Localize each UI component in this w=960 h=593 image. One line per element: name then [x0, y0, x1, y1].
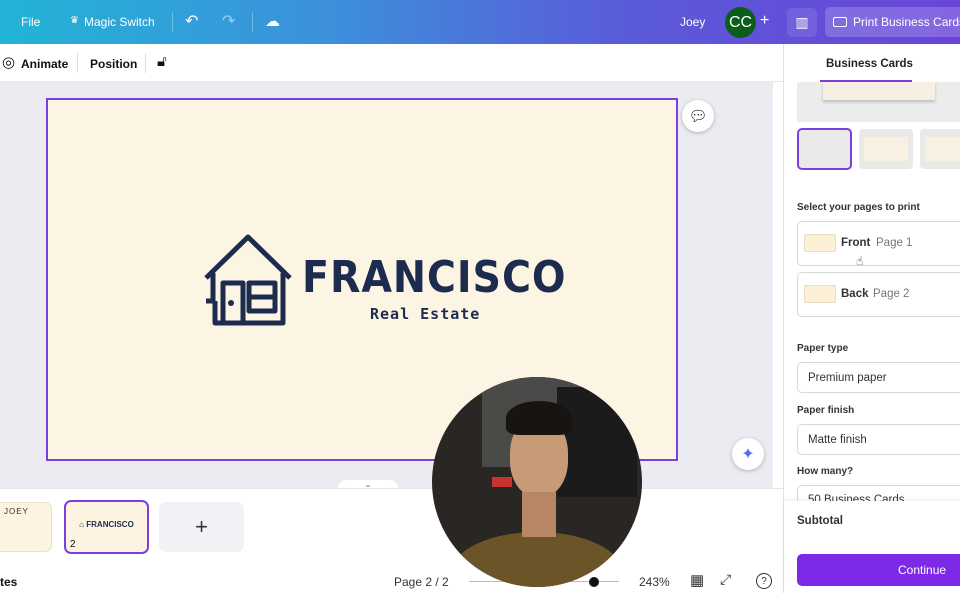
animate-button[interactable]: Animate: [21, 57, 68, 71]
top-bar: File ♛ Magic Switch ↶ ↷ ☁ Joey CC + ▥ Pr…: [0, 0, 960, 44]
house-mini-icon: ⌂: [79, 520, 85, 529]
add-comment-button[interactable]: 💬︎: [682, 100, 714, 132]
avatar[interactable]: CC: [725, 7, 756, 38]
undo-icon[interactable]: ↶: [185, 11, 198, 31]
brand-tagline[interactable]: Real Estate: [370, 305, 480, 323]
add-collaborator-icon[interactable]: +: [760, 12, 769, 30]
print-business-cards-button[interactable]: Print Business Cards: [825, 7, 960, 37]
animate-icon: ◎: [2, 54, 16, 71]
bottom-bar: tes Page 2 / 2 243% ▦ ⤢ ?: [0, 565, 783, 593]
fullscreen-icon[interactable]: ⤢: [720, 571, 731, 588]
page-thumbnail-1[interactable]: JOEY: [0, 502, 52, 552]
file-menu[interactable]: File: [21, 15, 40, 29]
sparkle-icon: ✦: [741, 446, 755, 463]
redo-icon[interactable]: ↷: [222, 11, 235, 31]
user-name: Joey: [680, 15, 706, 29]
page-option-back[interactable]: Back Page 2: [797, 272, 960, 317]
page-indicator[interactable]: Page 2 / 2: [394, 575, 449, 589]
paper-type-label: Paper type: [797, 343, 849, 354]
lock-icon[interactable]: 🔓︎: [157, 53, 167, 70]
print-panel: Business Cards Select your pages to prin…: [783, 44, 960, 593]
quantity-label: How many?: [797, 466, 854, 477]
insights-icon[interactable]: ▥: [787, 8, 817, 37]
hand-cursor-icon: ☝︎: [856, 254, 864, 268]
page-strip: JOEY ⌂ FRANCISCO 2 +: [0, 488, 783, 563]
product-preview: [797, 82, 960, 122]
front-thumbnail: [804, 234, 836, 252]
add-page-button[interactable]: +: [159, 502, 244, 552]
select-pages-label: Select your pages to print: [797, 202, 920, 213]
checkout-footer: Subtotal Continue: [784, 501, 960, 593]
brand-name[interactable]: FRANCISCO: [302, 252, 566, 303]
cloud-saved-icon[interactable]: ☁: [265, 12, 280, 30]
preview-option-2[interactable]: [859, 129, 913, 169]
position-button[interactable]: Position: [90, 57, 137, 71]
subtotal-label: Subtotal: [797, 515, 843, 527]
webcam-overlay: [432, 377, 642, 587]
paper-finish-select[interactable]: Matte finish: [797, 424, 960, 455]
tab-business-cards[interactable]: Business Cards: [826, 58, 913, 70]
paper-type-select[interactable]: Premium paper: [797, 362, 960, 393]
help-icon[interactable]: ?: [756, 573, 772, 589]
magic-switch-button[interactable]: Magic Switch: [84, 15, 155, 29]
notes-button[interactable]: tes: [0, 575, 17, 589]
page-option-front[interactable]: Front Page 1: [797, 221, 960, 266]
magic-assistant-button[interactable]: ✦: [732, 438, 764, 470]
grid-view-icon[interactable]: ▦: [690, 571, 704, 589]
zoom-level[interactable]: 243%: [639, 575, 670, 589]
crown-icon: ♛: [70, 15, 79, 26]
card-icon: [833, 17, 847, 27]
continue-button[interactable]: Continue: [797, 554, 960, 586]
back-thumbnail: [804, 285, 836, 303]
page-thumbnail-2[interactable]: ⌂ FRANCISCO 2: [64, 500, 149, 554]
house-logo-icon: [204, 234, 292, 326]
comment-plus-icon: 💬︎: [688, 108, 708, 125]
toolbar: ◎ Animate Position 🔓︎: [0, 44, 783, 82]
preview-option-3[interactable]: [920, 129, 960, 169]
preview-option-1[interactable]: [797, 128, 852, 170]
paper-finish-label: Paper finish: [797, 405, 855, 416]
